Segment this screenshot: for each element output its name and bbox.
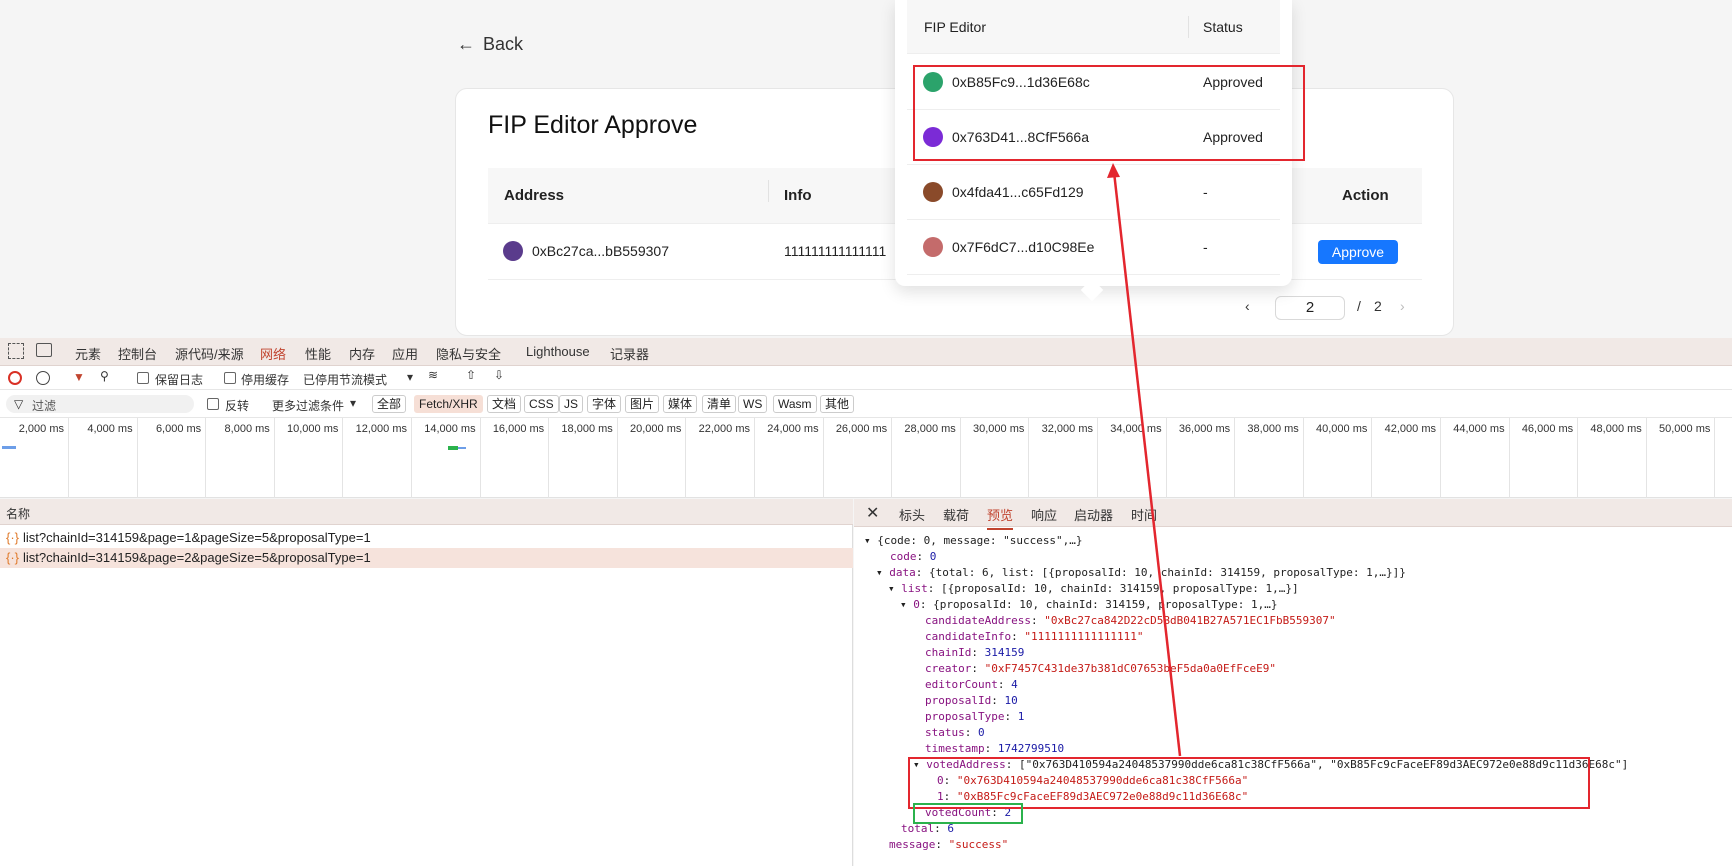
annotation-arrow <box>1107 163 1182 757</box>
